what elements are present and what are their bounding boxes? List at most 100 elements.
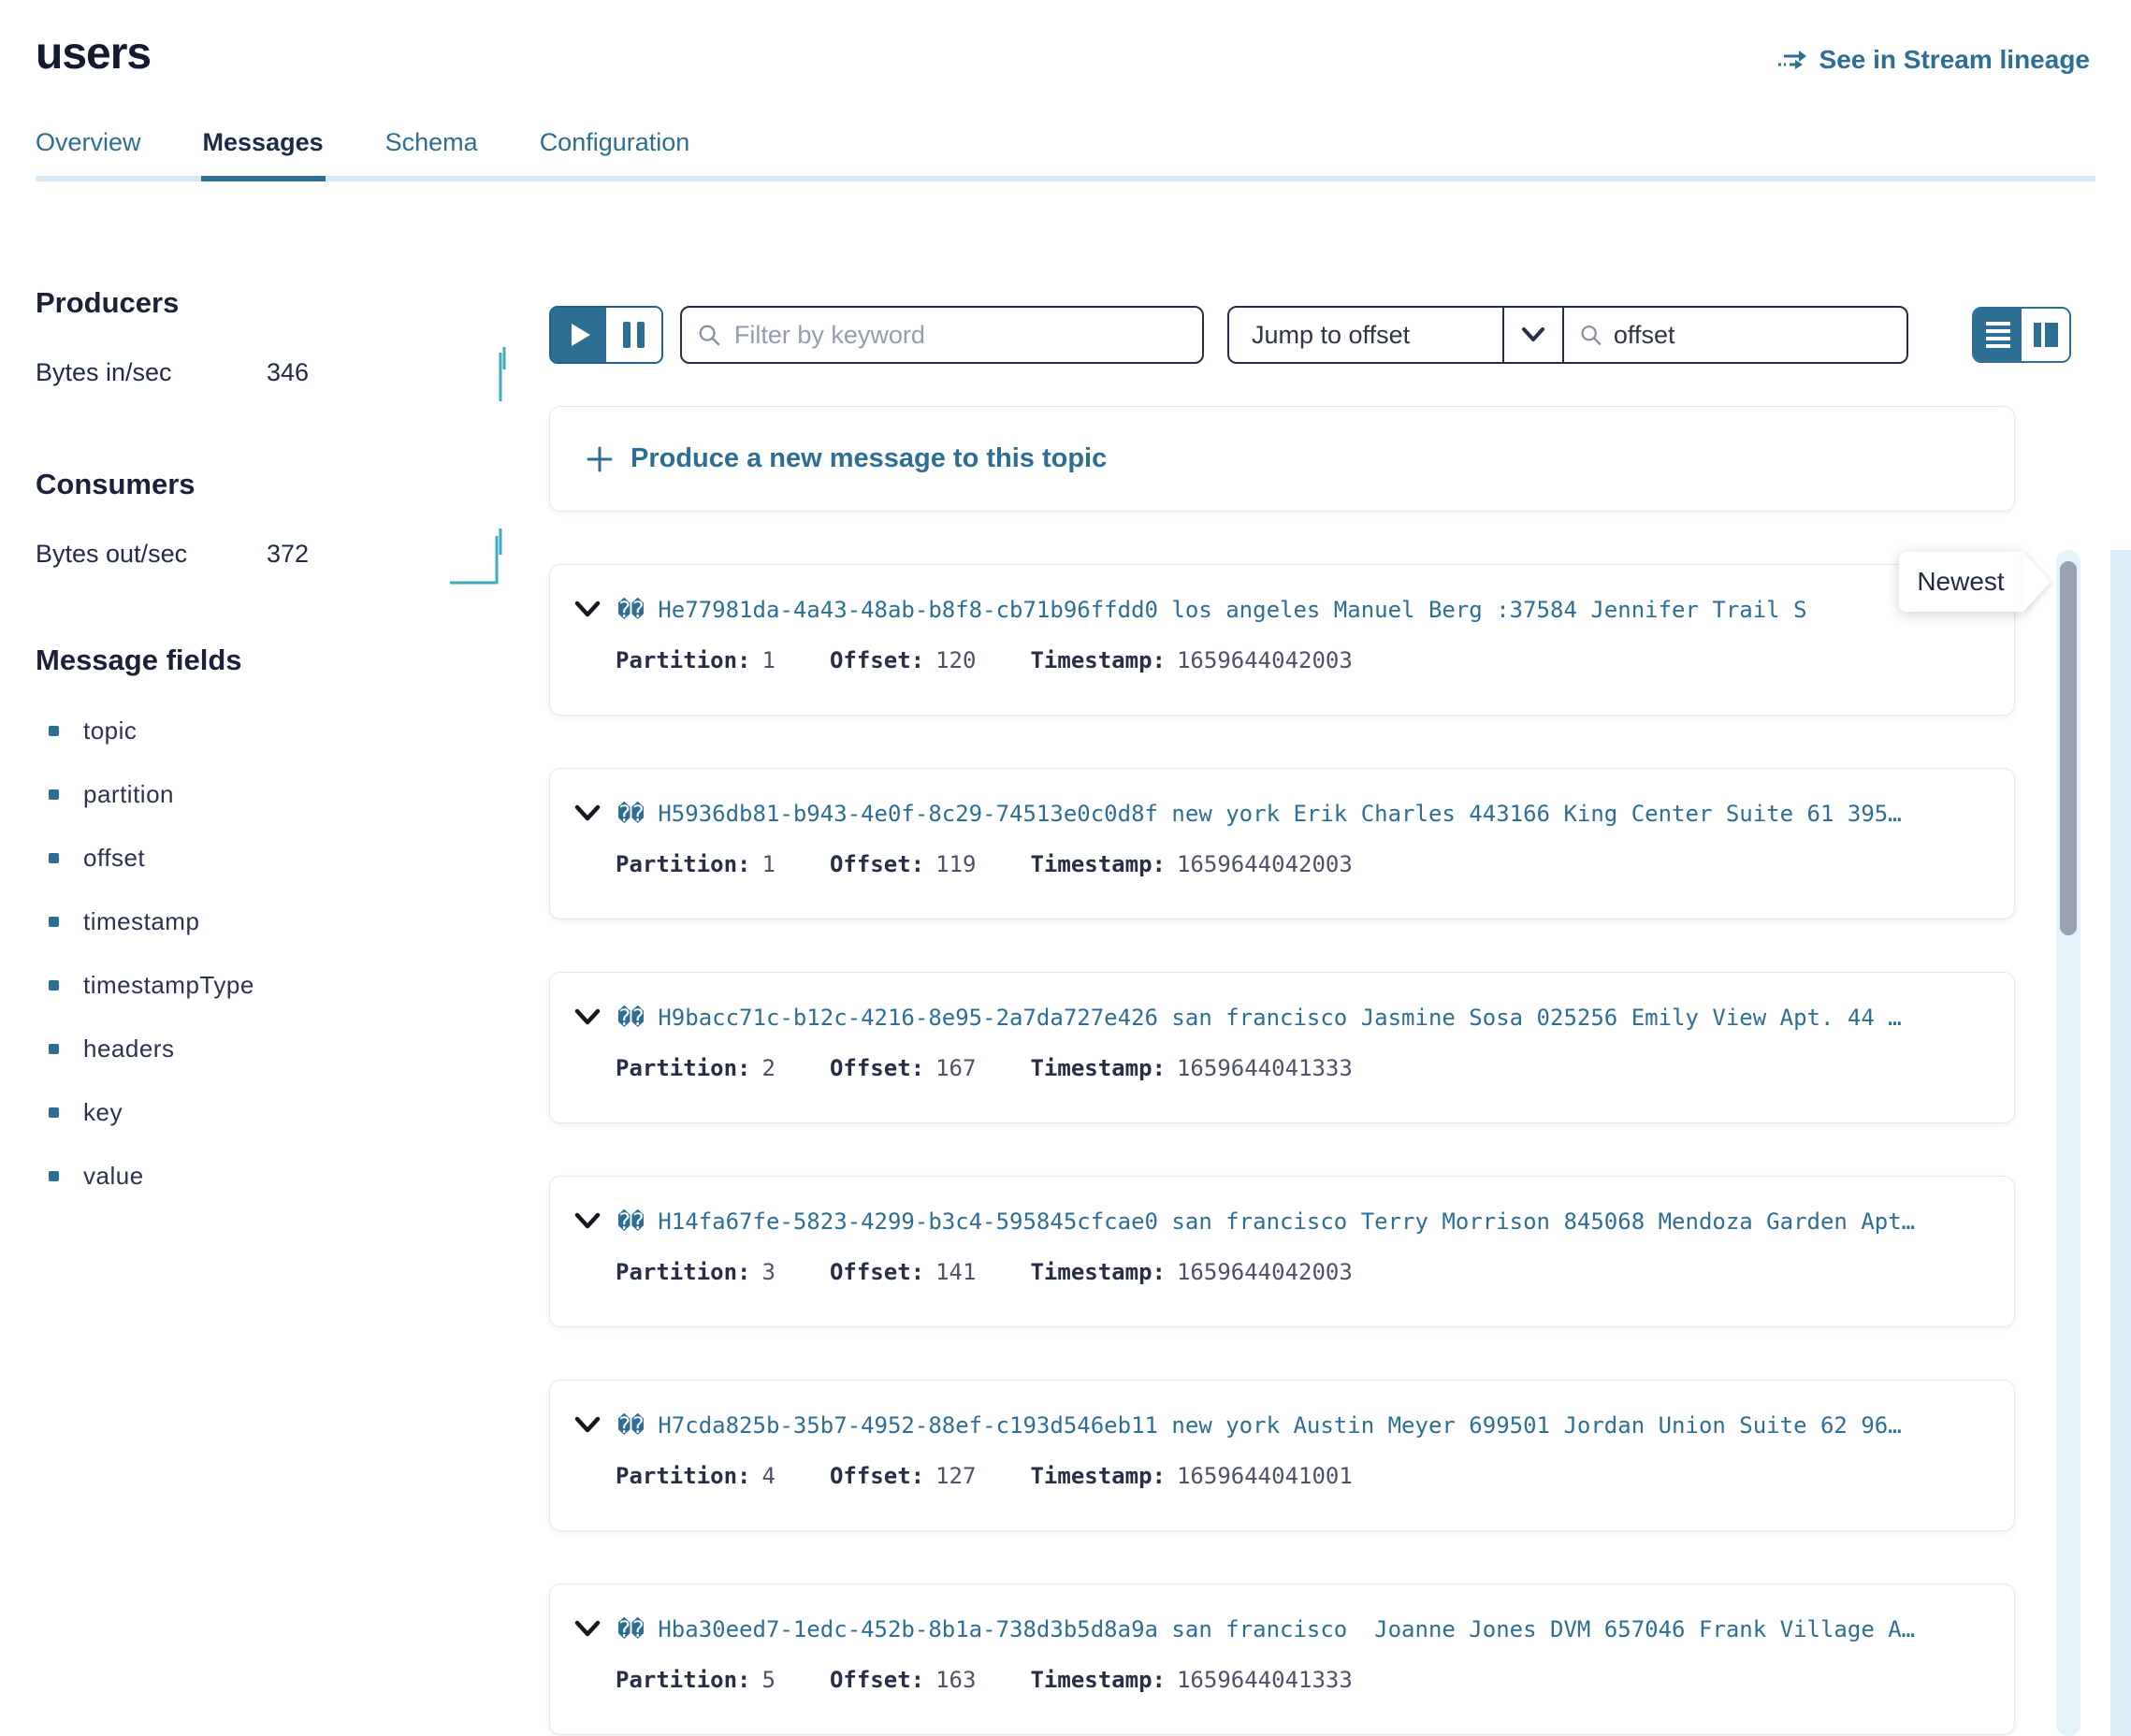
offset-value: 163 <box>935 1667 976 1693</box>
pause-icon <box>623 322 645 348</box>
tab-messages[interactable]: Messages <box>203 128 324 181</box>
message-field-item[interactable]: timestamp <box>36 909 514 934</box>
message-list: �� He77981da-4a43-48ab-b8f8-cb71b96ffdd0… <box>549 564 2071 1735</box>
field-label: timestamp <box>83 907 199 936</box>
tab-configuration[interactable]: Configuration <box>540 128 690 181</box>
pause-button[interactable] <box>606 308 661 362</box>
topic-messages-page: users See in Stream lineage Overview Mes… <box>0 0 2131 1736</box>
partition-value: 3 <box>762 1259 776 1285</box>
message-field-item[interactable]: value <box>36 1164 514 1189</box>
message-field-item[interactable]: offset <box>36 846 514 871</box>
timestamp-value: 1659644041001 <box>1177 1463 1353 1489</box>
message-key-preview: �� H7cda825b-35b7-4952-88ef-c193d546eb11… <box>617 1412 1902 1439</box>
message-card[interactable]: �� H9bacc71c-b12c-4216-8e95-2a7da727e426… <box>549 972 2015 1123</box>
message-list-scrollbar-track[interactable] <box>2056 550 2080 1736</box>
jump-to-offset-group: Jump to offset <box>1227 306 1908 364</box>
partition-value: 5 <box>762 1667 776 1693</box>
split-view-button[interactable] <box>2022 309 2069 361</box>
field-bullet-icon <box>49 1171 59 1181</box>
jump-to-offset-select[interactable]: Jump to offset <box>1227 306 1564 364</box>
bytes-in-sparkline <box>489 341 514 403</box>
sidebar: Producers Bytes in/sec 346 Consumers Byt… <box>0 181 514 1736</box>
message-fields-list: topic partition offset timestamp timesta… <box>36 718 514 1189</box>
timestamp-label: Timestamp: <box>1030 647 1166 673</box>
tab-overview[interactable]: Overview <box>36 128 141 181</box>
expand-chevron-icon[interactable] <box>574 1008 601 1027</box>
field-label: timestampType <box>83 971 254 1000</box>
field-label: partition <box>83 780 174 809</box>
page-header: users See in Stream lineage <box>0 0 2131 80</box>
newest-tooltip: Newest <box>1899 552 2022 612</box>
chevron-down-icon <box>1504 326 1562 343</box>
offset-value: 141 <box>935 1259 976 1285</box>
message-key-preview: �� H5936db81-b943-4e0f-8c29-74513e0c0d8f… <box>617 801 1902 827</box>
message-card[interactable]: �� Hba30eed7-1edc-452b-8b1a-738d3b5d8a9a… <box>549 1584 2015 1735</box>
partition-label: Partition: <box>616 1667 751 1693</box>
message-field-item[interactable]: headers <box>36 1036 514 1062</box>
bytes-out-sparkline <box>448 521 514 586</box>
newest-tooltip-label: Newest <box>1917 567 2004 597</box>
field-label: value <box>83 1162 144 1191</box>
bytes-in-label: Bytes in/sec <box>36 358 267 387</box>
expand-chevron-icon[interactable] <box>574 1416 601 1435</box>
produce-message-button[interactable]: Produce a new message to this topic <box>549 406 2015 512</box>
offset-label: Offset: <box>830 1259 924 1285</box>
field-bullet-icon <box>49 1044 59 1054</box>
play-icon <box>572 324 590 346</box>
field-bullet-icon <box>49 917 59 927</box>
message-card[interactable]: �� H14fa67fe-5823-4299-b3c4-595845cfcae0… <box>549 1176 2015 1327</box>
offset-label: Offset: <box>830 1055 924 1081</box>
keyword-filter <box>680 306 1204 364</box>
message-card[interactable]: �� He77981da-4a43-48ab-b8f8-cb71b96ffdd0… <box>549 564 2015 716</box>
expand-chevron-icon[interactable] <box>574 1620 601 1639</box>
message-list-scrollbar-thumb[interactable] <box>2060 561 2077 935</box>
partition-value: 1 <box>762 851 776 877</box>
split-view-icon <box>2034 323 2058 347</box>
offset-search-input[interactable] <box>1614 321 1892 350</box>
view-mode-toggle <box>1972 307 2071 363</box>
list-view-button[interactable] <box>1974 309 2022 361</box>
field-label: key <box>83 1098 123 1127</box>
field-bullet-icon <box>49 980 59 991</box>
message-card[interactable]: �� H7cda825b-35b7-4952-88ef-c193d546eb11… <box>549 1380 2015 1531</box>
message-key-preview: �� Hba30eed7-1edc-452b-8b1a-738d3b5d8a9a… <box>617 1616 1915 1642</box>
list-view-icon <box>1986 322 2010 348</box>
page-scrollbar-track[interactable] <box>2110 550 2131 1736</box>
live-consume-toggle <box>549 306 663 364</box>
keyword-filter-input[interactable] <box>734 321 1187 350</box>
message-field-item[interactable]: partition <box>36 782 514 807</box>
partition-label: Partition: <box>616 851 751 877</box>
field-label: headers <box>83 1034 174 1063</box>
offset-label: Offset: <box>830 647 924 673</box>
message-key-preview: �� He77981da-4a43-48ab-b8f8-cb71b96ffdd0… <box>617 597 1807 623</box>
offset-value: 120 <box>935 647 976 673</box>
timestamp-value: 1659644042003 <box>1177 851 1353 877</box>
producers-heading: Producers <box>36 286 514 320</box>
expand-chevron-icon[interactable] <box>574 804 601 823</box>
timestamp-value: 1659644041333 <box>1177 1055 1353 1081</box>
expand-chevron-icon[interactable] <box>574 1212 601 1231</box>
field-bullet-icon <box>49 1107 59 1118</box>
timestamp-label: Timestamp: <box>1030 1667 1166 1693</box>
message-field-item[interactable]: key <box>36 1100 514 1125</box>
field-label: topic <box>83 716 137 745</box>
offset-label: Offset: <box>830 1667 924 1693</box>
offset-label: Offset: <box>830 851 924 877</box>
offset-search-icon <box>1579 322 1602 348</box>
timestamp-label: Timestamp: <box>1030 1463 1166 1489</box>
message-key-preview: �� H14fa67fe-5823-4299-b3c4-595845cfcae0… <box>617 1208 1915 1235</box>
expand-chevron-icon[interactable] <box>574 600 601 619</box>
timestamp-value: 1659644042003 <box>1177 647 1353 673</box>
timestamp-value: 1659644042003 <box>1177 1259 1353 1285</box>
bytes-out-label: Bytes out/sec <box>36 540 267 569</box>
play-button[interactable] <box>551 308 606 362</box>
partition-label: Partition: <box>616 1055 751 1081</box>
offset-value: 119 <box>935 851 976 877</box>
message-field-item[interactable]: topic <box>36 718 514 744</box>
tab-schema[interactable]: Schema <box>385 128 478 181</box>
message-card[interactable]: �� H5936db81-b943-4e0f-8c29-74513e0c0d8f… <box>549 768 2015 919</box>
message-field-item[interactable]: timestampType <box>36 973 514 998</box>
message-key-preview: �� H9bacc71c-b12c-4216-8e95-2a7da727e426… <box>617 1005 1902 1031</box>
stream-lineage-link[interactable]: See in Stream lineage <box>1776 45 2090 75</box>
bytes-out-value: 372 <box>267 540 309 569</box>
